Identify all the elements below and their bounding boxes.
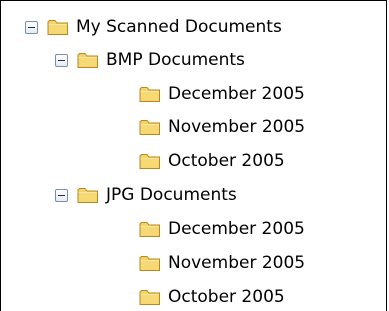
tree-node-label: December 2005 <box>168 219 305 239</box>
collapse-minus-icon[interactable] <box>25 20 38 34</box>
tree-node-bmp-december-2005[interactable]: December 2005 <box>139 82 305 106</box>
folder-icon <box>139 256 160 271</box>
tree-node-bmp-october-2005[interactable]: October 2005 <box>139 149 285 173</box>
tree-node-label: October 2005 <box>168 287 285 307</box>
folder-icon <box>47 20 68 35</box>
tree-node-my-scanned-documents[interactable]: My Scanned Documents <box>25 15 282 39</box>
folder-tree: My Scanned Documents BMP Documents Decem… <box>0 0 387 311</box>
tree-node-bmp-november-2005[interactable]: November 2005 <box>139 115 305 139</box>
tree-node-label: December 2005 <box>168 84 305 104</box>
tree-node-jpg-december-2005[interactable]: December 2005 <box>139 217 305 241</box>
tree-node-label: November 2005 <box>168 253 306 273</box>
tree-node-jpg-documents[interactable]: JPG Documents <box>55 183 237 207</box>
tree-node-bmp-documents[interactable]: BMP Documents <box>55 48 245 72</box>
collapse-minus-icon[interactable] <box>55 188 68 202</box>
tree-node-jpg-october-2005[interactable]: October 2005 <box>139 285 285 309</box>
folder-icon <box>77 188 98 203</box>
tree-node-label: October 2005 <box>168 151 285 171</box>
tree-node-label: JPG Documents <box>106 185 237 205</box>
folder-icon <box>139 154 160 169</box>
folder-icon <box>139 222 160 237</box>
tree-node-label: My Scanned Documents <box>76 17 282 37</box>
folder-icon <box>139 290 160 305</box>
folder-icon <box>139 120 160 135</box>
tree-node-label: BMP Documents <box>106 50 245 70</box>
folder-icon <box>77 53 98 68</box>
folder-icon <box>139 87 160 102</box>
tree-node-jpg-november-2005[interactable]: November 2005 <box>139 251 305 275</box>
collapse-minus-icon[interactable] <box>55 53 68 67</box>
tree-node-label: November 2005 <box>168 117 306 137</box>
